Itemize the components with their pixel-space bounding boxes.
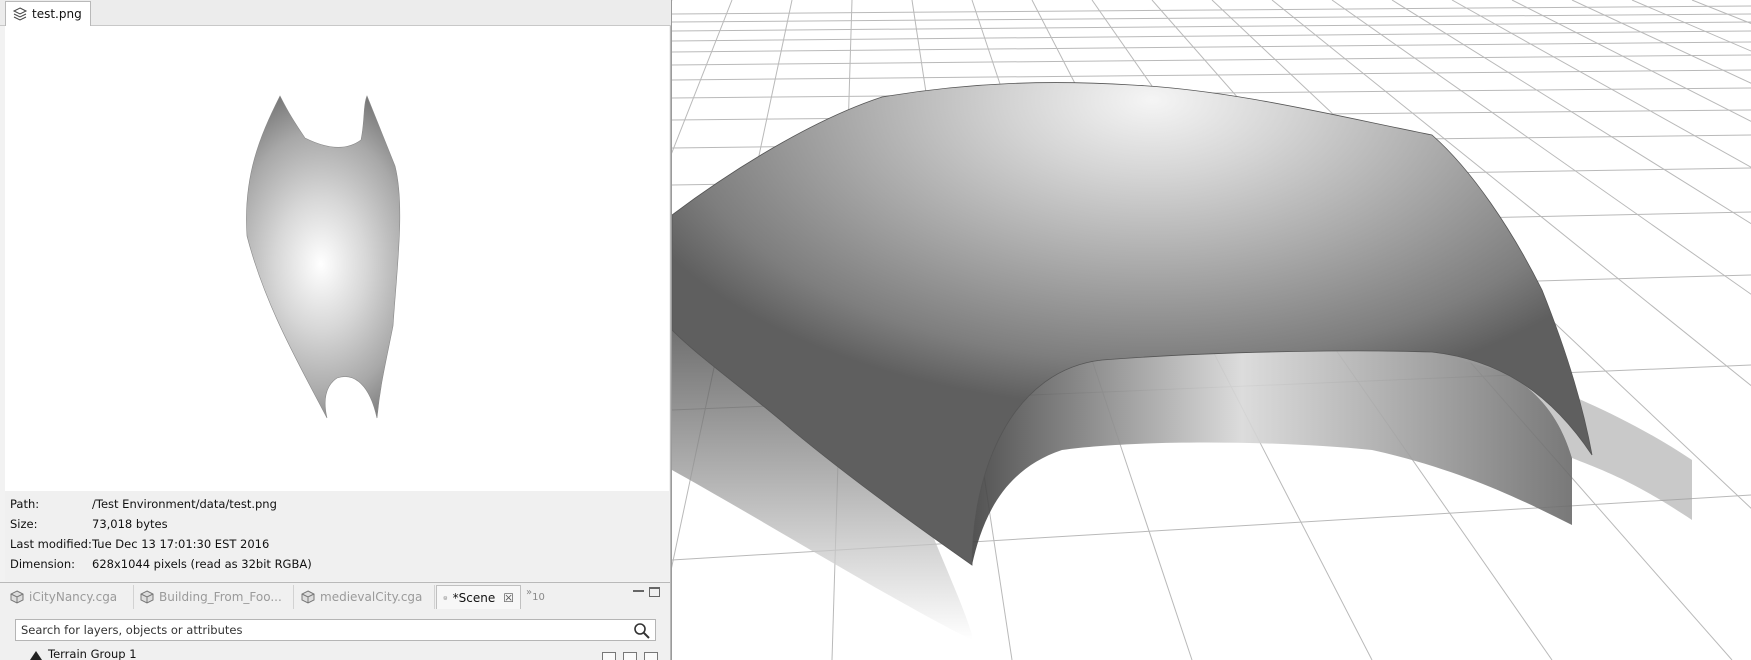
heightmap-preview-image bbox=[246, 95, 401, 419]
image-metadata: Path: /Test Environment/data/test.png Si… bbox=[5, 491, 669, 581]
close-icon[interactable]: ☒ bbox=[503, 591, 514, 605]
scene-editor-panel: iCityNancy.cga Building_From_Foo... medi… bbox=[0, 582, 671, 660]
tab-label: test.png bbox=[32, 7, 82, 21]
tab-test-png[interactable]: test.png bbox=[5, 1, 91, 26]
tab-label: *Scene bbox=[452, 590, 496, 605]
search-field bbox=[15, 619, 656, 641]
3d-viewport[interactable] bbox=[671, 0, 1751, 660]
terrain-render bbox=[672, 0, 1751, 660]
image-inspector-panel: test.png Path: /Test Environment/data/te… bbox=[0, 0, 671, 582]
overflow-count: 10 bbox=[532, 592, 545, 603]
cga-rule-icon bbox=[140, 590, 154, 604]
meta-label: Path: bbox=[10, 497, 40, 511]
tree-toolbar bbox=[602, 652, 658, 660]
checkbox[interactable] bbox=[623, 652, 637, 660]
tab-medievalcity-cga[interactable]: medievalCity.cga bbox=[295, 585, 435, 609]
meta-value: /Test Environment/data/test.png bbox=[92, 497, 277, 511]
meta-value: Tue Dec 13 17:01:30 EST 2016 bbox=[92, 537, 270, 551]
cga-rule-icon bbox=[10, 590, 24, 604]
tab-label: Building_From_Foo... bbox=[159, 590, 282, 604]
minimize-button[interactable] bbox=[633, 590, 644, 593]
scene-tab-bar: iCityNancy.cga Building_From_Foo... medi… bbox=[0, 585, 671, 609]
meta-label: Dimension: bbox=[10, 557, 76, 571]
tree-item-label: Terrain Group 1 bbox=[48, 647, 137, 660]
meta-value: 628x1044 pixels (read as 32bit RGBA) bbox=[92, 557, 312, 571]
cga-rule-icon bbox=[301, 590, 315, 604]
meta-row-last-modified: Last modified: Tue Dec 13 17:01:30 EST 2… bbox=[10, 537, 660, 555]
search-input[interactable] bbox=[16, 620, 621, 640]
search-icon[interactable] bbox=[633, 622, 651, 640]
tab-building-from-footprint[interactable]: Building_From_Foo... bbox=[134, 585, 294, 609]
meta-label: Size: bbox=[10, 517, 38, 531]
tab-label: medievalCity.cga bbox=[320, 590, 423, 604]
layers-icon bbox=[443, 595, 448, 600]
maximize-button[interactable] bbox=[649, 587, 660, 597]
meta-row-dimension: Dimension: 628x1044 pixels (read as 32bi… bbox=[10, 557, 660, 575]
meta-value: 73,018 bytes bbox=[92, 517, 168, 531]
app-window: test.png Path: /Test Environment/data/te… bbox=[0, 0, 1751, 660]
lock-toggle[interactable] bbox=[644, 652, 658, 660]
toggle-button[interactable] bbox=[602, 652, 616, 660]
terrain-inner-wall bbox=[972, 350, 1572, 565]
meta-row-path: Path: /Test Environment/data/test.png bbox=[10, 497, 660, 515]
tab-scene[interactable]: *Scene ☒ bbox=[436, 585, 521, 609]
tree-item[interactable]: Terrain Group 1 bbox=[30, 647, 137, 660]
tab-overflow-button[interactable]: »10 bbox=[526, 587, 545, 603]
expand-triangle-icon[interactable] bbox=[30, 651, 42, 660]
tab-icitynancy-cga[interactable]: iCityNancy.cga bbox=[4, 585, 134, 609]
meta-row-size: Size: 73,018 bytes bbox=[10, 517, 660, 535]
image-preview bbox=[5, 26, 669, 491]
tab-label: iCityNancy.cga bbox=[29, 590, 118, 604]
meta-label: Last modified: bbox=[10, 537, 92, 551]
inspector-tab-bar: test.png bbox=[0, 0, 671, 26]
layers-icon bbox=[12, 7, 28, 21]
